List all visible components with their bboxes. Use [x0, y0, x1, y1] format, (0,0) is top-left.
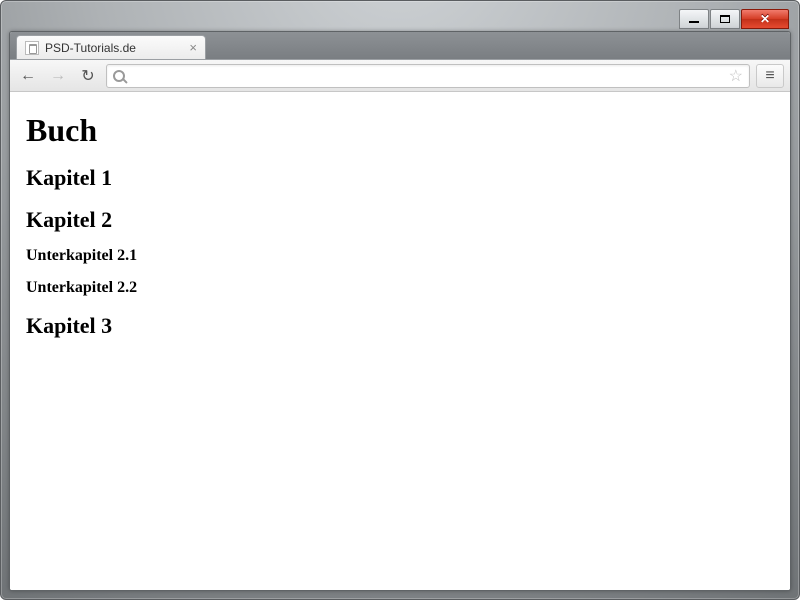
file-icon	[25, 41, 39, 55]
tab-close-button[interactable]: ×	[189, 41, 197, 54]
window-titlebar: ✕	[9, 9, 791, 31]
chapter-heading: Kapitel 1	[26, 165, 774, 191]
reload-button[interactable]: ↻	[76, 64, 100, 88]
search-icon	[113, 70, 125, 82]
chapter-heading: Kapitel 3	[26, 313, 774, 339]
bookmark-star-icon[interactable]: ☆	[729, 66, 743, 86]
browser-toolbar: ← → ↻ ☆ ≡	[10, 60, 790, 92]
tab-strip: PSD-Tutorials.de ×	[10, 32, 790, 60]
subchapter-heading: Unterkapitel 2.2	[26, 279, 774, 297]
tab-label: PSD-Tutorials.de	[45, 41, 136, 55]
back-button[interactable]: ←	[16, 64, 40, 88]
arrow-left-icon: ←	[20, 67, 36, 85]
address-input[interactable]	[131, 68, 723, 83]
browser-menu-button[interactable]: ≡	[756, 64, 784, 88]
page-heading-h1: Buch	[26, 112, 774, 149]
os-window: ✕ PSD-Tutorials.de × ← → ↻ ☆	[0, 0, 800, 600]
maximize-icon	[720, 15, 730, 23]
minimize-icon	[689, 21, 699, 23]
page-viewport: Buch Kapitel 1 Kapitel 2 Unterkapitel 2.…	[10, 92, 790, 590]
forward-button[interactable]: →	[46, 64, 70, 88]
window-maximize-button[interactable]	[710, 9, 740, 29]
window-close-button[interactable]: ✕	[741, 9, 789, 29]
arrow-right-icon: →	[50, 67, 66, 85]
close-icon: ✕	[760, 12, 770, 26]
subchapter-heading: Unterkapitel 2.1	[26, 247, 774, 265]
window-minimize-button[interactable]	[679, 9, 709, 29]
browser-tab[interactable]: PSD-Tutorials.de ×	[16, 35, 206, 59]
hamburger-icon: ≡	[765, 67, 774, 85]
browser-frame: PSD-Tutorials.de × ← → ↻ ☆ ≡	[9, 31, 791, 591]
chapter-heading: Kapitel 2	[26, 207, 774, 233]
address-bar[interactable]: ☆	[106, 64, 750, 88]
reload-icon: ↻	[81, 66, 94, 86]
